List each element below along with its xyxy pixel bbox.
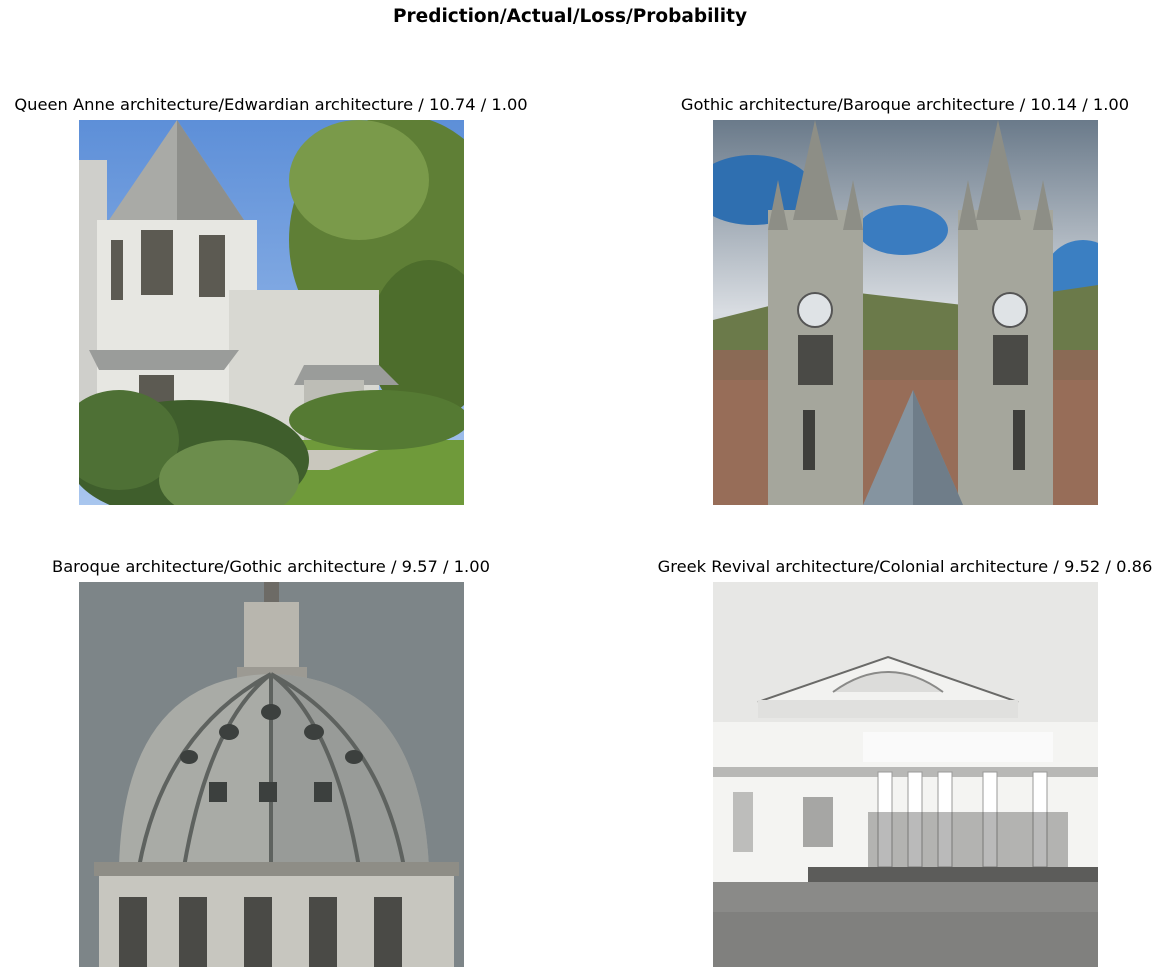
- panel-image-gothic-basilica: [713, 120, 1098, 505]
- panel-title-1: Queen Anne architecture/Edwardian archit…: [14, 95, 528, 114]
- panel-title-3: Baroque architecture/Gothic architecture…: [52, 557, 490, 576]
- panel-image-queen-anne-house: [79, 120, 464, 505]
- panel-title-2: Gothic architecture/Baroque architecture…: [680, 95, 1130, 114]
- panel-image-baroque-dome: [79, 582, 464, 967]
- figure-title: Prediction/Actual/Loss/Probability: [392, 6, 748, 27]
- panel-title-4: Greek Revival architecture/Colonial arch…: [657, 557, 1153, 576]
- panel-image-greek-revival-building: [713, 582, 1098, 967]
